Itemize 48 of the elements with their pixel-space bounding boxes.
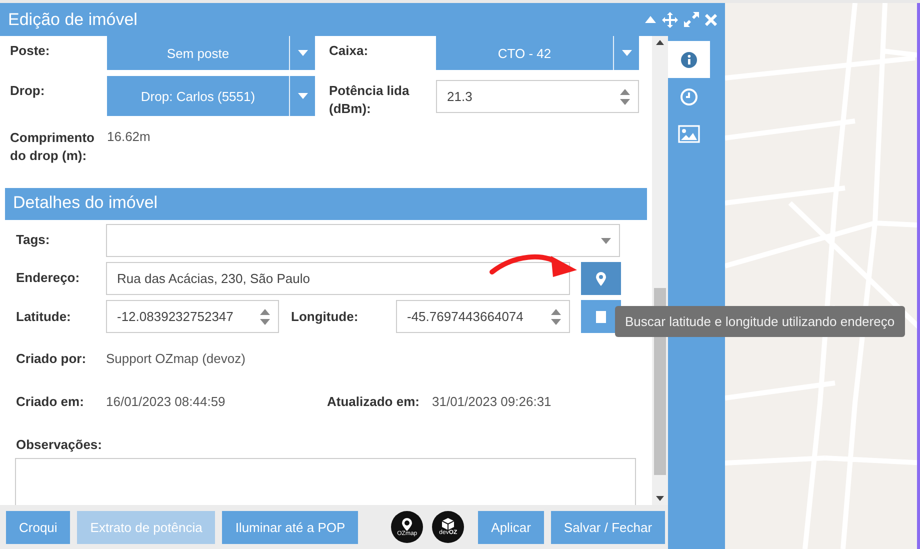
field-label: Latitude:: [15, 308, 72, 324]
close-icon[interactable]: [705, 14, 717, 26]
field-label: Atualizado em:: [326, 394, 420, 410]
info-icon: [681, 52, 697, 68]
dropdown-select[interactable]: CTO - 42: [436, 36, 639, 70]
scroll-down-icon[interactable]: [656, 496, 664, 501]
scroll-up-icon[interactable]: [656, 40, 664, 45]
spinner-arrows-icon[interactable]: [551, 308, 561, 326]
cube-icon: [442, 518, 454, 530]
number-field[interactable]: 21.3: [436, 80, 639, 113]
image-icon: [678, 124, 700, 142]
field-label: Tags:: [15, 231, 51, 248]
field-value: 31/01/2023 09:26:31: [432, 394, 552, 410]
field-label: Observações:: [15, 437, 103, 452]
footer-button[interactable]: Salvar / Fechar: [550, 510, 666, 544]
side-tab[interactable]: [668, 41, 710, 78]
tooltip: Buscar latitude e longitude utilizando endereço: [615, 306, 905, 337]
coordinate-field[interactable]: -12.0839232752347: [106, 300, 279, 334]
field-value: Support OZmap (devoz): [106, 351, 246, 366]
field-label: Criado por:: [15, 351, 88, 366]
footer-button[interactable]: Croqui: [6, 510, 70, 544]
square-icon: [595, 310, 607, 324]
spinner-arrows-icon[interactable]: [260, 308, 270, 326]
field-value: 16/01/2023 08:44:59: [106, 394, 226, 410]
caret-down-icon: [622, 50, 632, 56]
address-field[interactable]: Rua das Acácias, 230, São Paulo: [106, 262, 570, 296]
dropdown-select[interactable]: Drop: Carlos (5551): [107, 76, 315, 116]
field-label: Criado em:: [15, 394, 85, 410]
window-title: Edição de imóvel: [8, 10, 138, 30]
map-pin-icon: [402, 518, 412, 530]
locate-button[interactable]: [581, 262, 621, 296]
field-label: Longitude:: [290, 308, 360, 324]
spinner-arrows-icon[interactable]: [620, 88, 630, 106]
field-value: 16.62m: [107, 128, 152, 146]
footer-button[interactable]: Aplicar: [478, 510, 544, 544]
move-icon[interactable]: [662, 12, 678, 28]
expand-icon[interactable]: [684, 12, 699, 27]
caret-down-icon: [298, 93, 308, 99]
dropdown-select[interactable]: Sem poste: [107, 36, 315, 70]
section-header: Detalhes do imóvel: [5, 188, 647, 220]
map-pin-icon: [596, 272, 606, 286]
collapse-icon[interactable]: [645, 16, 656, 23]
clock-icon: [680, 88, 698, 106]
caret-down-icon: [601, 238, 611, 244]
field-label: Endereço:: [15, 269, 81, 286]
caret-down-icon: [298, 50, 308, 56]
coordinate-field[interactable]: -45.7697443664074: [396, 300, 570, 334]
footer-button[interactable]: Iluminar até a POP: [222, 510, 358, 544]
